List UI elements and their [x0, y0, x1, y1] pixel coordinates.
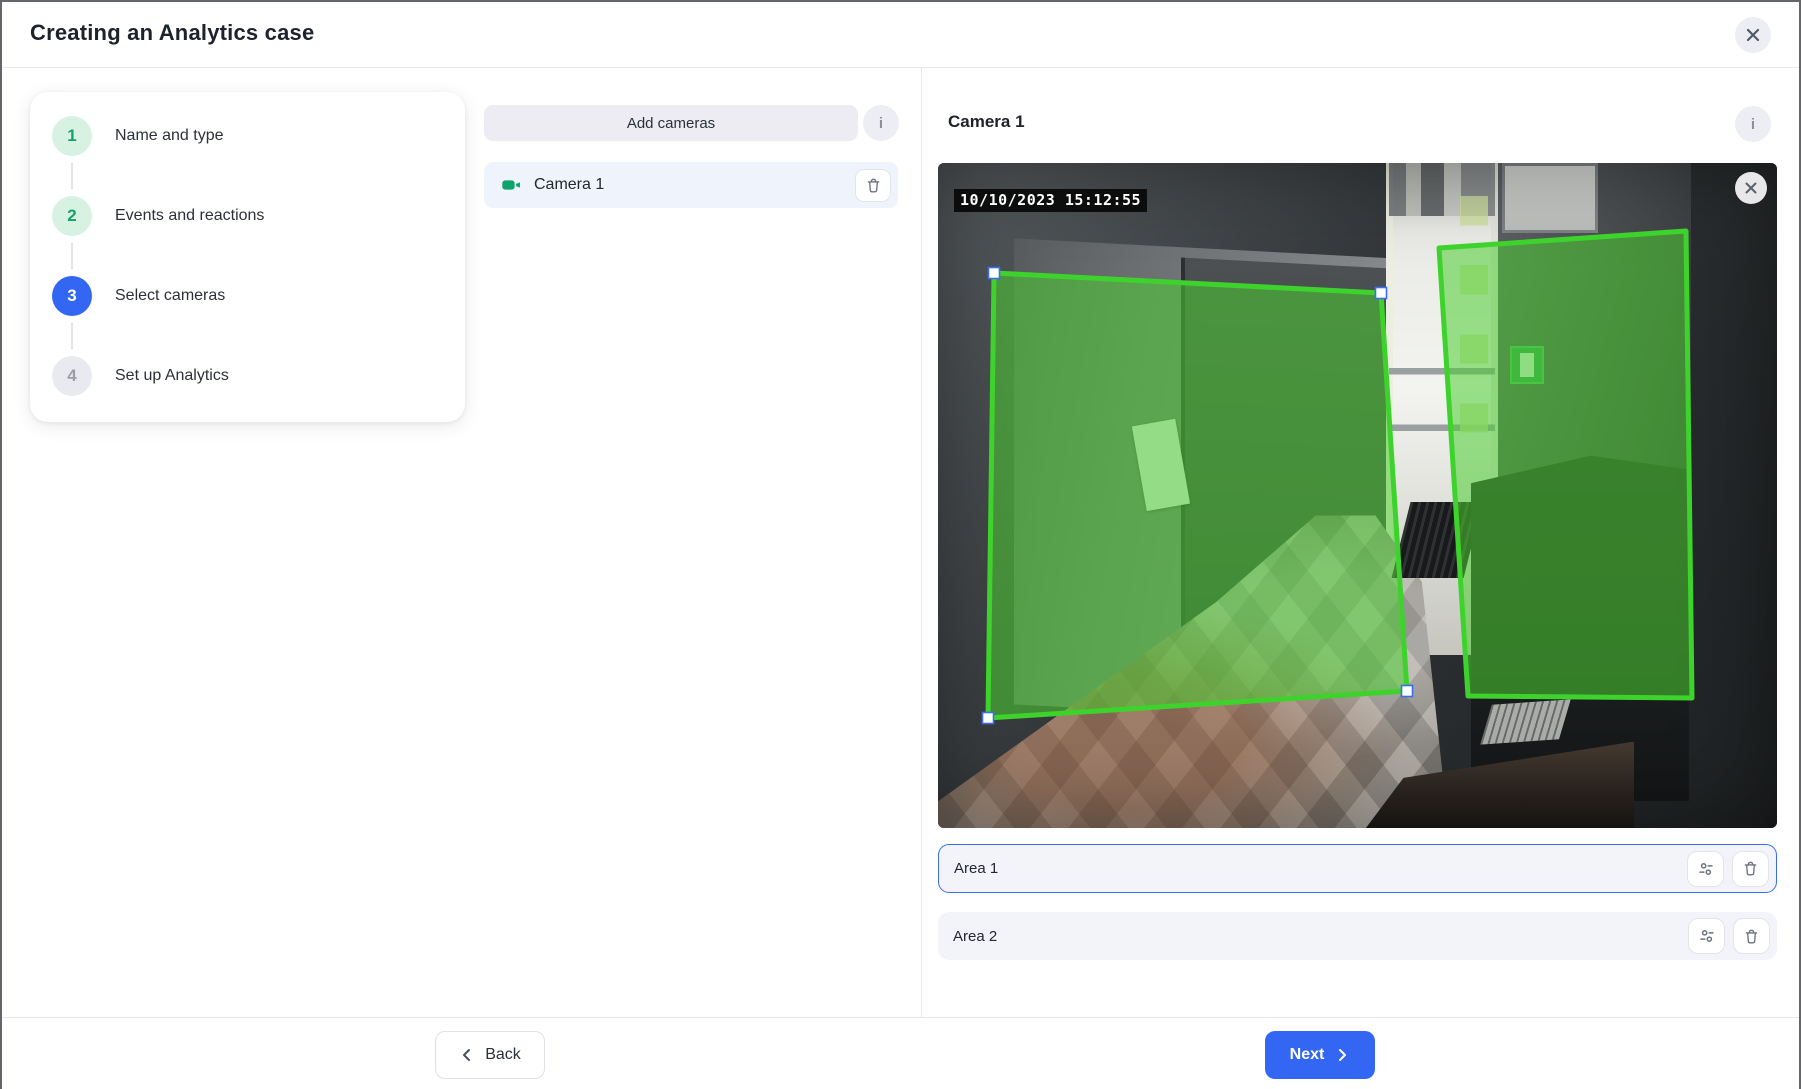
next-button[interactable]: Next — [1265, 1031, 1375, 1079]
panel-divider — [921, 68, 922, 1017]
step-select-cameras[interactable]: 3 Select cameras — [52, 276, 445, 316]
step-1-circle: 1 — [52, 116, 92, 156]
step-connector — [71, 323, 73, 349]
chevron-right-icon — [1334, 1047, 1350, 1063]
step-connector — [71, 163, 73, 189]
dialog-title: Creating an Analytics case — [30, 20, 314, 46]
area-2-polygon[interactable] — [1439, 231, 1692, 698]
back-button-label: Back — [485, 1046, 521, 1064]
step-2-label: Events and reactions — [115, 207, 264, 225]
area-vertex-handle[interactable] — [1402, 686, 1413, 697]
area-list-item-2[interactable]: Area 2 — [938, 912, 1777, 960]
area-1-label: Area 1 — [954, 860, 1679, 877]
info-icon: i — [1751, 116, 1755, 133]
step-3-label: Select cameras — [115, 287, 225, 305]
dialog-header: Creating an Analytics case — [2, 2, 1799, 68]
step-events-and-reactions[interactable]: 2 Events and reactions — [52, 196, 445, 236]
chevron-left-icon — [459, 1047, 475, 1063]
area-vertex-handle[interactable] — [989, 268, 1000, 279]
wizard-stepper: 1 Name and type 2 Events and reactions 3… — [30, 92, 465, 422]
camera-preview-frame: 10/10/2023 15:12:55 — [938, 163, 1777, 828]
area-2-settings-button[interactable] — [1688, 918, 1725, 954]
trash-icon — [864, 176, 883, 195]
step-2-circle: 2 — [52, 196, 92, 236]
camera-list-item[interactable]: Camera 1 — [484, 162, 898, 208]
camera-item-label: Camera 1 — [534, 176, 855, 194]
trash-icon — [1741, 859, 1760, 878]
preview-close-button[interactable] — [1735, 172, 1767, 204]
step-name-and-type[interactable]: 1 Name and type — [52, 116, 445, 156]
trash-icon — [1742, 927, 1761, 946]
preview-info-button[interactable]: i — [1735, 106, 1771, 142]
next-button-label: Next — [1290, 1046, 1325, 1064]
camera-list-info-button[interactable]: i — [863, 105, 899, 141]
area-1-settings-button[interactable] — [1687, 851, 1724, 887]
step-3-circle: 3 — [52, 276, 92, 316]
analytics-case-dialog: { "window": { "title": "Creating an Anal… — [0, 0, 1801, 1089]
close-icon — [1743, 180, 1759, 196]
area-vertex-handle[interactable] — [1376, 288, 1387, 299]
step-4-label: Set up Analytics — [115, 367, 229, 385]
dialog-footer: Back Next — [2, 1017, 1799, 1089]
sliders-icon — [1697, 926, 1717, 946]
info-icon: i — [879, 115, 883, 132]
area-list-item-1[interactable]: Area 1 — [938, 844, 1777, 893]
camera-icon — [500, 174, 522, 196]
preview-camera-title: Camera 1 — [948, 112, 1025, 132]
back-button[interactable]: Back — [435, 1031, 545, 1079]
step-connector — [71, 243, 73, 269]
sliders-icon — [1696, 859, 1716, 879]
area-2-label: Area 2 — [953, 928, 1680, 945]
dialog-close-button[interactable] — [1735, 17, 1771, 53]
area-vertex-handle[interactable] — [983, 713, 994, 724]
step-1-label: Name and type — [115, 127, 224, 145]
camera-delete-button[interactable] — [855, 169, 891, 202]
area-1-delete-button[interactable] — [1732, 851, 1769, 887]
area-1-polygon[interactable] — [988, 273, 1407, 718]
step-set-up-analytics[interactable]: 4 Set up Analytics — [52, 356, 445, 396]
area-overlay[interactable] — [938, 163, 1777, 828]
add-cameras-button[interactable]: Add cameras — [484, 105, 858, 141]
step-4-circle: 4 — [52, 356, 92, 396]
area-2-delete-button[interactable] — [1733, 918, 1770, 954]
close-icon — [1744, 26, 1762, 44]
camera-timestamp: 10/10/2023 15:12:55 — [954, 189, 1147, 212]
